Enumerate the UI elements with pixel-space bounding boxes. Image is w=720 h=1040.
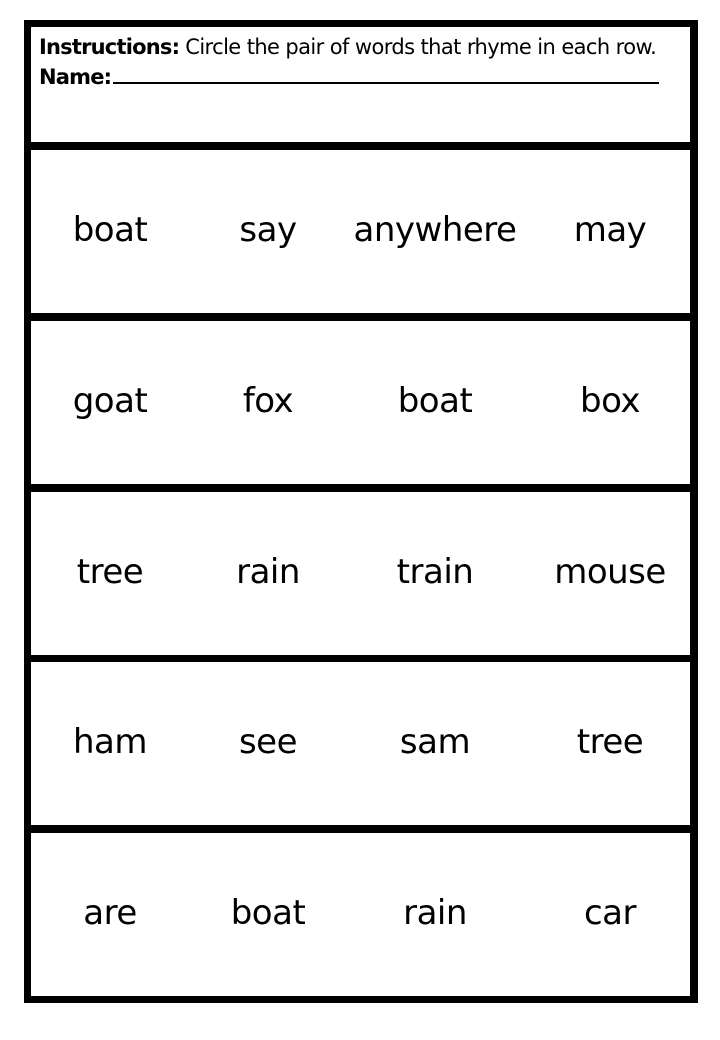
worksheet: Instructions: Circle the pair of words t… bbox=[24, 20, 698, 1003]
name-field[interactable]: Name: bbox=[39, 62, 690, 92]
word-row-5: are boat rain car bbox=[31, 833, 690, 996]
word[interactable]: train bbox=[397, 552, 474, 592]
word-row-3: tree rain train mouse bbox=[31, 492, 690, 655]
word[interactable]: tree bbox=[577, 722, 644, 762]
word-row-2: goat fox boat box bbox=[31, 321, 690, 484]
word[interactable]: car bbox=[584, 893, 637, 933]
instructions-text: Circle the pair of words that rhyme in e… bbox=[185, 35, 657, 59]
word[interactable]: fox bbox=[243, 381, 294, 421]
word-row-1: boat say anywhere may bbox=[31, 150, 690, 313]
word[interactable]: are bbox=[83, 893, 137, 933]
word[interactable]: say bbox=[239, 210, 297, 250]
word-row-4: ham see sam tree bbox=[31, 662, 690, 825]
name-label: Name: bbox=[39, 65, 112, 89]
word[interactable]: ham bbox=[73, 722, 148, 762]
word[interactable]: rain bbox=[236, 552, 300, 592]
word[interactable]: boat bbox=[73, 210, 148, 250]
word[interactable]: boat bbox=[398, 381, 473, 421]
word[interactable]: see bbox=[239, 722, 298, 762]
word[interactable]: mouse bbox=[554, 552, 666, 592]
instructions-label: Instructions: bbox=[39, 35, 180, 59]
name-blank-line[interactable] bbox=[113, 62, 660, 84]
word[interactable]: box bbox=[580, 381, 640, 421]
word[interactable]: sam bbox=[400, 722, 471, 762]
word[interactable]: boat bbox=[231, 893, 306, 933]
word[interactable]: tree bbox=[77, 552, 144, 592]
word[interactable]: rain bbox=[403, 893, 467, 933]
word[interactable]: goat bbox=[73, 381, 148, 421]
instructions-box: Instructions: Circle the pair of words t… bbox=[31, 27, 690, 142]
word[interactable]: anywhere bbox=[354, 210, 517, 250]
word[interactable]: may bbox=[574, 210, 647, 250]
